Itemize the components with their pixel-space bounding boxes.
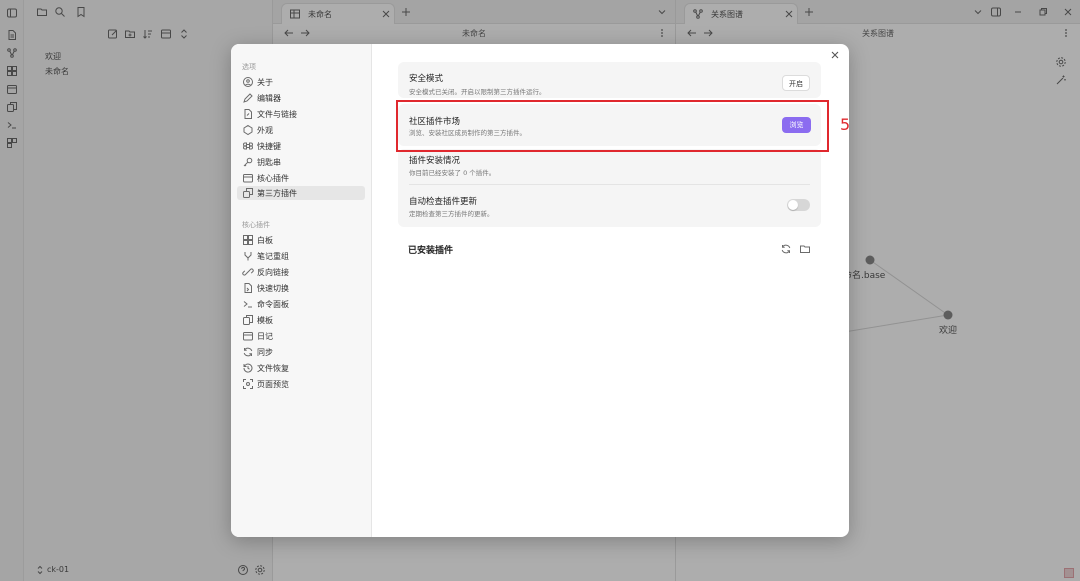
toggle-knob xyxy=(788,200,798,210)
palette-icon xyxy=(242,124,254,136)
file-link-icon xyxy=(242,108,254,120)
reload-icon[interactable] xyxy=(780,243,792,255)
pencil-icon xyxy=(242,92,254,104)
core-plugin-templates[interactable]: 模板 xyxy=(237,313,365,327)
step-number: 5 xyxy=(840,115,851,134)
settings-tab-label: 核心插件 xyxy=(257,174,289,183)
settings-tab-label: 模板 xyxy=(257,316,273,325)
settings-tab-core-plugins[interactable]: 核心插件 xyxy=(237,171,365,185)
setting-description: 安全模式已关闭。开启以限制第三方插件运行。 xyxy=(409,88,546,96)
setting-title: 插件安装情况 xyxy=(409,156,461,166)
preview-icon xyxy=(242,378,254,390)
core-plugin-switcher[interactable]: 快速切换 xyxy=(237,281,365,295)
command-icon xyxy=(242,140,254,152)
plugin-icon xyxy=(242,187,254,199)
divider xyxy=(409,184,810,185)
installed-plugins-heading: 已安装插件 xyxy=(408,246,454,256)
core-plugin-file-recovery[interactable]: 文件恢复 xyxy=(237,361,365,375)
core-plugin-command-palette[interactable]: 命令面板 xyxy=(237,297,365,311)
settings-tab-label: 编辑器 xyxy=(257,94,281,103)
core-plugin-daily-notes[interactable]: 日记 xyxy=(237,329,365,343)
switcher-icon xyxy=(242,282,254,294)
settings-sidebar: 选项 关于 编辑器 文件与链接 外观 快捷键 钥匙串 核心插件 第三方插件 核心… xyxy=(231,44,372,537)
setting-title: 自动检查插件更新 xyxy=(409,197,478,207)
modal-close-icon[interactable] xyxy=(829,49,841,61)
settings-tab-label: 文件恢复 xyxy=(257,364,289,373)
canvas-icon xyxy=(242,234,254,246)
settings-tab-appearance[interactable]: 外观 xyxy=(237,123,365,137)
core-plugin-page-preview[interactable]: 页面预览 xyxy=(237,377,365,391)
auto-check-toggle[interactable] xyxy=(787,199,810,211)
settings-tab-label: 日记 xyxy=(257,332,273,341)
settings-tab-label: 快捷键 xyxy=(257,142,281,151)
calendar-icon xyxy=(242,172,254,184)
settings-tab-label: 笔记重组 xyxy=(257,252,289,261)
history-icon xyxy=(242,362,254,374)
backlink-icon xyxy=(242,266,254,278)
sync-icon xyxy=(242,346,254,358)
settings-tab-keychain[interactable]: 钥匙串 xyxy=(237,155,365,169)
settings-tab-about[interactable]: 关于 xyxy=(237,75,365,89)
settings-tab-files[interactable]: 文件与链接 xyxy=(237,107,365,121)
settings-tab-label: 反向链接 xyxy=(257,268,289,277)
safe-mode-setting: 安全模式 安全模式已关闭。开启以限制第三方插件运行。 开启 xyxy=(398,62,821,98)
calendar-icon xyxy=(242,330,254,342)
core-plugins-heading: 核心插件 xyxy=(242,221,270,229)
core-plugin-note-composer[interactable]: 笔记重组 xyxy=(237,249,365,263)
settings-tab-editor[interactable]: 编辑器 xyxy=(237,91,365,105)
settings-tab-community-plugins[interactable]: 第三方插件 xyxy=(237,186,365,200)
settings-tab-label: 关于 xyxy=(257,78,273,87)
settings-tab-label: 页面预览 xyxy=(257,380,289,389)
open-folder-icon[interactable] xyxy=(799,243,811,255)
settings-tab-label: 同步 xyxy=(257,348,273,357)
info-icon xyxy=(242,76,254,88)
settings-tab-hotkeys[interactable]: 快捷键 xyxy=(237,139,365,153)
settings-tab-label: 白板 xyxy=(257,236,273,245)
safe-mode-toggle-button[interactable]: 开启 xyxy=(782,75,810,91)
options-heading: 选项 xyxy=(242,63,256,71)
settings-tab-label: 命令面板 xyxy=(257,300,289,309)
settings-tab-label: 钥匙串 xyxy=(257,158,281,167)
setting-title: 安全模式 xyxy=(409,74,444,84)
settings-tab-label: 文件与链接 xyxy=(257,110,297,119)
setting-description: 你目前已经安装了 0 个插件。 xyxy=(409,169,496,177)
core-plugin-backlinks[interactable]: 反向链接 xyxy=(237,265,365,279)
template-icon xyxy=(242,314,254,326)
plugin-status-group: 插件安装情况 你目前已经安装了 0 个插件。 自动检查插件更新 定期检查第三方插… xyxy=(398,149,821,227)
settings-tab-label: 外观 xyxy=(257,126,273,135)
core-plugin-sync[interactable]: 同步 xyxy=(237,345,365,359)
settings-tab-label: 快速切换 xyxy=(257,284,289,293)
core-plugin-canvas[interactable]: 白板 xyxy=(237,233,365,247)
merge-icon xyxy=(242,250,254,262)
highlight-box xyxy=(396,100,829,152)
setting-description: 定期检查第三方插件的更新。 xyxy=(409,210,494,218)
key-icon xyxy=(242,156,254,168)
settings-tab-label: 第三方插件 xyxy=(257,189,297,198)
terminal-icon xyxy=(242,298,254,310)
